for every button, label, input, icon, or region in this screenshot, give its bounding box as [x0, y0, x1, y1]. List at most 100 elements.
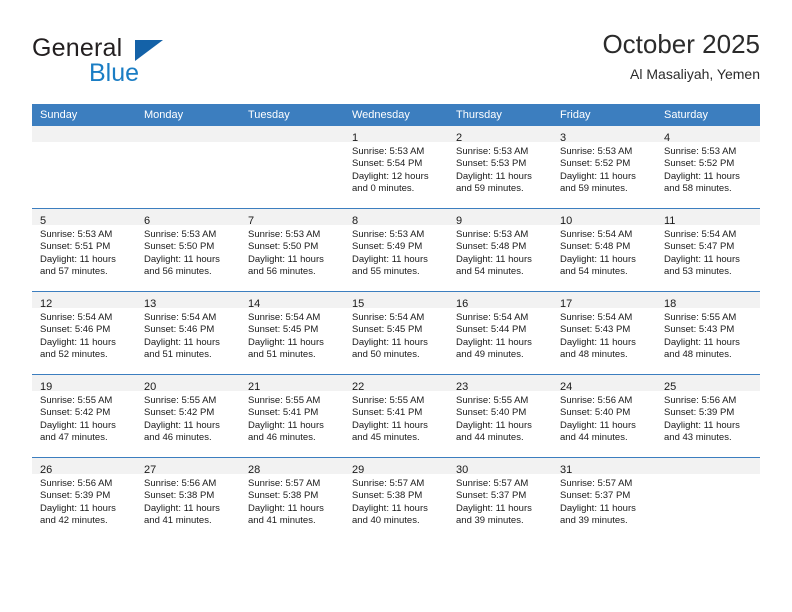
- calendar-day-cell[interactable]: 19 Sunrise: 5:55 AM Sunset: 5:42 PM Dayligh…: [32, 374, 136, 458]
- page-subtitle: Al Masaliyah, Yemen: [630, 66, 760, 82]
- calendar-day-cell[interactable]: 24 Sunrise: 5:56 AM Sunset: 5:40 PM Dayligh…: [552, 374, 656, 458]
- calendar-day-cell[interactable]: 4 Sunrise: 5:53 AM Sunset: 5:52 PM Daylight…: [656, 126, 760, 209]
- day-cell-details: Sunrise: 5:54 AM Sunset: 5:45 PM Daylight:…: [240, 308, 344, 362]
- day-cell-details: Sunrise: 5:57 AM Sunset: 5:38 PM Daylight:…: [344, 474, 448, 528]
- daylight-text-line1: Daylight: 11 hours: [560, 170, 636, 182]
- calendar-day-cell[interactable]: 20 Sunrise: 5:55 AM Sunset: 5:42 PM Dayligh…: [136, 374, 240, 458]
- calendar-day-cell[interactable]: 3 Sunrise: 5:53 AM Sunset: 5:52 PM Daylight…: [552, 126, 656, 209]
- calendar-day-cell[interactable]: 13 Sunrise: 5:54 AM Sunset: 5:46 PM Dayligh…: [136, 291, 240, 375]
- daylight-text-line2: and 54 minutes.: [456, 266, 524, 278]
- day-number: 16: [456, 298, 469, 310]
- sunrise-text: Sunrise: 5:57 AM: [248, 478, 321, 489]
- daylight-text-line2: and 39 minutes.: [560, 515, 628, 527]
- calendar-day-cell[interactable]: 22 Sunrise: 5:55 AM Sunset: 5:41 PM Dayligh…: [344, 374, 448, 458]
- day-cell-details: Sunrise: 5:55 AM Sunset: 5:41 PM Daylight:…: [344, 391, 448, 445]
- daylight-text-line2: and 58 minutes.: [664, 183, 732, 195]
- calendar-day-cell[interactable]: 16 Sunrise: 5:54 AM Sunset: 5:44 PM Dayligh…: [448, 291, 552, 375]
- calendar-day-cell[interactable]: 25 Sunrise: 5:56 AM Sunset: 5:39 PM Dayligh…: [656, 374, 760, 458]
- daylight-text-line1: Daylight: 11 hours: [352, 502, 428, 514]
- daylight-text-line2: and 44 minutes.: [456, 432, 524, 444]
- day-number-bar: 22: [344, 375, 448, 393]
- sunset-text: Sunset: 5:41 PM: [248, 407, 319, 419]
- day-number-bar: 12: [32, 292, 136, 310]
- sunrise-text: Sunrise: 5:55 AM: [456, 395, 529, 406]
- day-number: 18: [664, 298, 677, 310]
- weekday-header-wednesday: Wednesday: [344, 104, 448, 126]
- calendar-day-cell[interactable]: 14 Sunrise: 5:54 AM Sunset: 5:45 PM Dayligh…: [240, 291, 344, 375]
- calendar-day-cell[interactable]: 8 Sunrise: 5:53 AM Sunset: 5:49 PM Daylight…: [344, 208, 448, 292]
- sunset-text: Sunset: 5:52 PM: [560, 158, 631, 170]
- sunrise-text: Sunrise: 5:54 AM: [456, 312, 529, 323]
- calendar-day-cell[interactable]: 28 Sunrise: 5:57 AM Sunset: 5:38 PM Dayligh…: [240, 457, 344, 540]
- daylight-text-line2: and 45 minutes.: [352, 432, 420, 444]
- calendar-day-cell[interactable]: 1 Sunrise: 5:53 AM Sunset: 5:54 PM Daylight…: [344, 126, 448, 209]
- calendar-day-cell[interactable]: 31 Sunrise: 5:57 AM Sunset: 5:37 PM Dayligh…: [552, 457, 656, 540]
- day-number-bar: 14: [240, 292, 344, 310]
- sunrise-text: Sunrise: 5:53 AM: [456, 146, 529, 157]
- calendar-day-cell[interactable]: 21 Sunrise: 5:55 AM Sunset: 5:41 PM Dayligh…: [240, 374, 344, 458]
- sunrise-text: Sunrise: 5:54 AM: [352, 312, 425, 323]
- day-cell-details: Sunrise: 5:56 AM Sunset: 5:38 PM Daylight:…: [136, 474, 240, 528]
- calendar-day-cell[interactable]: 18 Sunrise: 5:55 AM Sunset: 5:43 PM Dayligh…: [656, 291, 760, 375]
- calendar-day-cell[interactable]: 27 Sunrise: 5:56 AM Sunset: 5:38 PM Dayligh…: [136, 457, 240, 540]
- day-number: 10: [560, 215, 573, 227]
- day-number-bar: 28: [240, 458, 344, 476]
- calendar-day-cell[interactable]: 23 Sunrise: 5:55 AM Sunset: 5:40 PM Dayligh…: [448, 374, 552, 458]
- day-number-bar: 16: [448, 292, 552, 310]
- calendar-day-cell[interactable]: 30 Sunrise: 5:57 AM Sunset: 5:37 PM Dayligh…: [448, 457, 552, 540]
- day-cell-details: Sunrise: 5:54 AM Sunset: 5:46 PM Daylight:…: [136, 308, 240, 362]
- sunrise-text: Sunrise: 5:54 AM: [664, 229, 737, 240]
- sunset-text: Sunset: 5:37 PM: [456, 490, 527, 502]
- day-cell-details: Sunrise: 5:53 AM Sunset: 5:52 PM Daylight:…: [552, 142, 656, 196]
- sunrise-text: Sunrise: 5:54 AM: [248, 312, 321, 323]
- sunset-text: Sunset: 5:40 PM: [456, 407, 527, 419]
- calendar-day-cell[interactable]: 12 Sunrise: 5:54 AM Sunset: 5:46 PM Dayligh…: [32, 291, 136, 375]
- calendar-week-row: 12 Sunrise: 5:54 AM Sunset: 5:46 PM Dayligh…: [32, 291, 760, 375]
- daylight-text-line1: Daylight: 11 hours: [40, 336, 116, 348]
- calendar-week-row: 26 Sunrise: 5:56 AM Sunset: 5:39 PM Dayligh…: [32, 457, 760, 540]
- daylight-text-line1: Daylight: 11 hours: [352, 419, 428, 431]
- sunrise-text: Sunrise: 5:56 AM: [664, 395, 737, 406]
- day-number: 29: [352, 464, 365, 476]
- day-cell-details: Sunrise: 5:53 AM Sunset: 5:50 PM Daylight:…: [240, 225, 344, 279]
- daylight-text-line2: and 0 minutes.: [352, 183, 415, 195]
- calendar-day-cell[interactable]: 17 Sunrise: 5:54 AM Sunset: 5:43 PM Dayligh…: [552, 291, 656, 375]
- daylight-text-line2: and 46 minutes.: [248, 432, 316, 444]
- day-number: 20: [144, 381, 157, 393]
- sunrise-text: Sunrise: 5:55 AM: [664, 312, 737, 323]
- day-number-bar: 26: [32, 458, 136, 476]
- calendar-day-cell[interactable]: 9 Sunrise: 5:53 AM Sunset: 5:48 PM Daylight…: [448, 208, 552, 292]
- weekday-header-monday: Monday: [136, 104, 240, 126]
- day-number-bar: 31: [552, 458, 656, 476]
- day-number-bar: [240, 126, 344, 142]
- calendar-day-cell[interactable]: 7 Sunrise: 5:53 AM Sunset: 5:50 PM Daylight…: [240, 208, 344, 292]
- calendar-day-cell[interactable]: 29 Sunrise: 5:57 AM Sunset: 5:38 PM Dayligh…: [344, 457, 448, 540]
- calendar-table: Sunday Monday Tuesday Wednesday Thursday Frid…: [32, 104, 760, 540]
- weekday-header-tuesday: Tuesday: [240, 104, 344, 126]
- day-cell-details: Sunrise: 5:56 AM Sunset: 5:40 PM Daylight:…: [552, 391, 656, 445]
- daylight-text-line2: and 59 minutes.: [456, 183, 524, 195]
- calendar-day-cell[interactable]: 11 Sunrise: 5:54 AM Sunset: 5:47 PM Dayligh…: [656, 208, 760, 292]
- sunrise-text: Sunrise: 5:56 AM: [144, 478, 217, 489]
- daylight-text-line1: Daylight: 11 hours: [664, 419, 740, 431]
- daylight-text-line1: Daylight: 11 hours: [664, 336, 740, 348]
- calendar-day-cell[interactable]: 15 Sunrise: 5:54 AM Sunset: 5:45 PM Dayligh…: [344, 291, 448, 375]
- calendar-day-cell[interactable]: 6 Sunrise: 5:53 AM Sunset: 5:50 PM Daylight…: [136, 208, 240, 292]
- daylight-text-line1: Daylight: 11 hours: [248, 336, 324, 348]
- day-number-bar: 11: [656, 209, 760, 227]
- sunset-text: Sunset: 5:39 PM: [40, 490, 111, 502]
- sunrise-text: Sunrise: 5:54 AM: [560, 229, 633, 240]
- day-number: 1: [352, 132, 359, 144]
- calendar-day-cell[interactable]: 5 Sunrise: 5:53 AM Sunset: 5:51 PM Daylight…: [32, 208, 136, 292]
- day-number: 23: [456, 381, 469, 393]
- sunset-text: Sunset: 5:44 PM: [456, 324, 527, 336]
- calendar-day-cell[interactable]: 10 Sunrise: 5:54 AM Sunset: 5:48 PM Dayligh…: [552, 208, 656, 292]
- sunset-text: Sunset: 5:43 PM: [560, 324, 631, 336]
- day-cell-details: Sunrise: 5:55 AM Sunset: 5:41 PM Daylight:…: [240, 391, 344, 445]
- brand-logo[interactable]: General Blue: [32, 34, 252, 90]
- day-number: 31: [560, 464, 573, 476]
- calendar-day-cell[interactable]: 2 Sunrise: 5:53 AM Sunset: 5:53 PM Daylight…: [448, 126, 552, 209]
- weekday-header-saturday: Saturday: [656, 104, 760, 126]
- day-cell-details: Sunrise: 5:55 AM Sunset: 5:43 PM Daylight:…: [656, 308, 760, 362]
- calendar-day-cell[interactable]: 26 Sunrise: 5:56 AM Sunset: 5:39 PM Dayligh…: [32, 457, 136, 540]
